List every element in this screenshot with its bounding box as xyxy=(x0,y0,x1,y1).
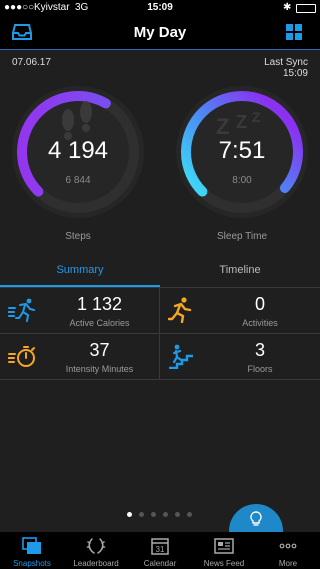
status-bar: ●●●○○ Kyivstar 3G 15:09 ✱ xyxy=(0,0,320,16)
tab-summary[interactable]: Summary xyxy=(0,264,160,276)
last-sync-time: 15:09 xyxy=(282,68,308,79)
status-time: 15:09 xyxy=(147,2,173,13)
nav-calendar-label: Calendar xyxy=(143,559,177,568)
nav-leaderboard-label: Leaderboard xyxy=(73,559,119,568)
page-dot[interactable] xyxy=(151,512,156,517)
steps-value: 4 194 xyxy=(47,137,109,164)
svg-text:Z: Z xyxy=(216,114,229,139)
battery-icon xyxy=(296,4,316,13)
sleep-goal: 8:00 xyxy=(232,175,252,186)
stopwatch-icon xyxy=(8,346,35,367)
active-calories-value: 1 132 xyxy=(76,294,123,314)
stairs-icon xyxy=(169,344,193,369)
running-calories-icon xyxy=(8,298,35,322)
runner-icon xyxy=(168,297,192,323)
bluetooth-icon: ✱ xyxy=(283,2,292,13)
nav-calendar[interactable]: 31 Calendar xyxy=(128,532,192,569)
bottom-navigation: Snapshots Leaderboard 31 Calendar News F… xyxy=(0,532,320,569)
tile-activities[interactable]: 0 Activities xyxy=(160,288,320,333)
activities-value: 0 xyxy=(254,294,265,314)
active-calories-label: Active Calories xyxy=(69,318,130,328)
laurel-icon xyxy=(86,538,106,554)
tile-intensity-minutes[interactable]: 37 Intensity Minutes xyxy=(0,334,159,379)
page-dot[interactable] xyxy=(139,512,144,517)
intensity-minutes-value: 37 xyxy=(89,340,110,360)
date-label: 07.06.17 xyxy=(12,57,51,68)
page-dot[interactable] xyxy=(175,512,180,517)
nav-more[interactable]: More xyxy=(256,532,320,569)
tile-active-calories[interactable]: 1 132 Active Calories xyxy=(0,288,159,333)
page-dot[interactable] xyxy=(187,512,192,517)
nav-news-feed-label: News Feed xyxy=(203,559,245,568)
nav-more-label: More xyxy=(278,559,298,568)
more-dots-icon xyxy=(279,543,297,549)
grid-divider xyxy=(0,379,320,380)
snapshots-icon xyxy=(22,537,41,554)
svg-text:Z: Z xyxy=(252,109,261,125)
news-feed-icon xyxy=(214,538,234,554)
steps-label: Steps xyxy=(65,231,91,242)
nav-leaderboard[interactable]: Leaderboard xyxy=(64,532,128,569)
header-divider xyxy=(0,49,320,50)
activities-label: Activities xyxy=(242,318,278,328)
intensity-minutes-label: Intensity Minutes xyxy=(65,364,134,374)
page-dot[interactable] xyxy=(127,512,132,517)
last-sync-label: Last Sync xyxy=(264,57,308,68)
floors-value: 3 xyxy=(254,340,265,360)
floors-label: Floors xyxy=(247,364,273,374)
tab-timeline[interactable]: Timeline xyxy=(160,264,320,276)
grid-icon[interactable] xyxy=(286,24,302,40)
svg-text:Z: Z xyxy=(236,112,247,132)
app-header: My Day xyxy=(0,16,320,49)
nav-snapshots-label: Snapshots xyxy=(13,559,51,568)
page-title: My Day xyxy=(133,24,187,41)
tile-floors[interactable]: 3 Floors xyxy=(160,334,320,379)
nav-snapshots[interactable]: Snapshots xyxy=(0,532,64,569)
lightbulb-icon xyxy=(250,511,262,526)
steps-goal: 6 844 xyxy=(65,175,91,186)
sleep-value: 7:51 xyxy=(218,137,266,164)
sleep-label: Sleep Time xyxy=(216,231,268,242)
page-dot[interactable] xyxy=(163,512,168,517)
calendar-icon-day: 31 xyxy=(156,545,165,554)
calendar-icon: 31 xyxy=(151,538,169,555)
nav-news-feed[interactable]: News Feed xyxy=(192,532,256,569)
